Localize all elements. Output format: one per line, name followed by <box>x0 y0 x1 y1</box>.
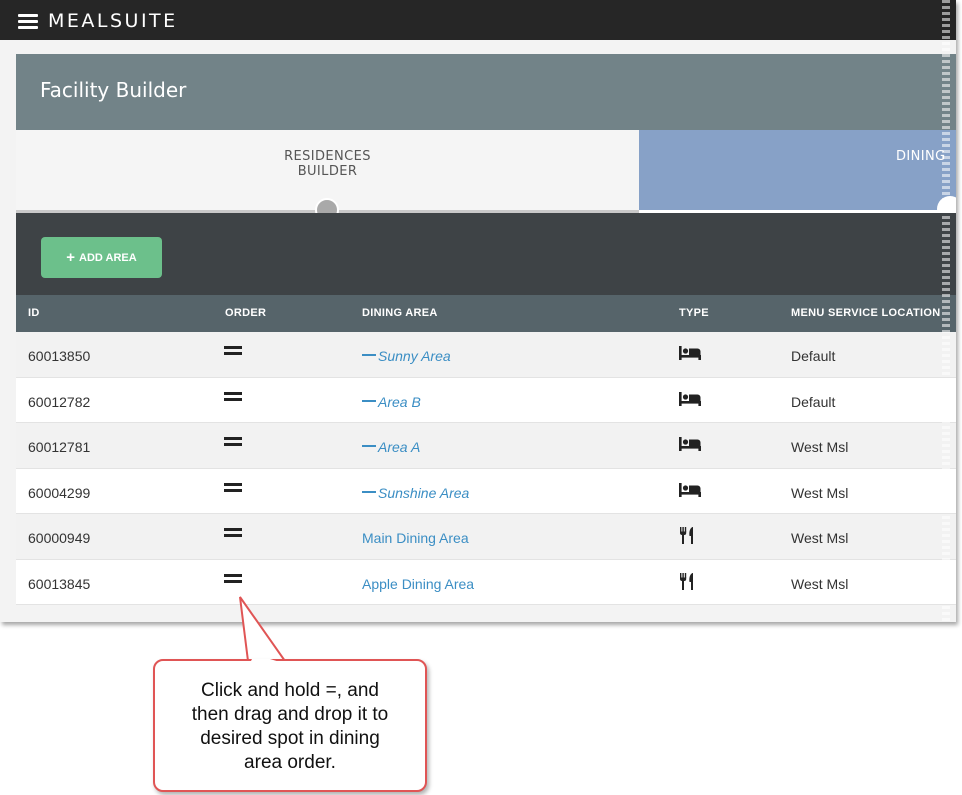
dining-area-name: Sunshine Area <box>378 484 470 501</box>
cell-menu-service-location: West Msl <box>791 575 849 592</box>
cell-id: 60012781 <box>28 439 91 455</box>
drag-handle-icon[interactable] <box>224 528 242 540</box>
cell-menu-service-location: Default <box>791 348 836 364</box>
cell-menu-service-location: West Msl <box>791 530 849 546</box>
cell-menu-service-location: Default <box>791 393 836 410</box>
add-area-label: ADD AREA <box>79 251 137 264</box>
callout-text: Click and hold =, and then drag and drop… <box>191 680 389 773</box>
instruction-callout: Click and hold =, and then drag and drop… <box>153 659 427 792</box>
dining-area-link[interactable]: Sunny Area <box>362 348 451 364</box>
column-header-order[interactable]: ORDER <box>225 307 266 319</box>
dining-area-name: Area B <box>378 393 421 410</box>
table-row[interactable]: 60004299 Sunshine Area West Msl <box>16 468 956 514</box>
sub-area-dash-icon <box>362 445 376 448</box>
step-dining-label: DINING <box>896 149 946 164</box>
column-header-id[interactable]: ID <box>28 307 40 319</box>
drag-handle-icon[interactable] <box>224 573 242 586</box>
app-screenshot: MEALSUITE Facility Builder RESIDENCES BU… <box>0 0 956 622</box>
cell-id: 60000949 <box>28 530 91 546</box>
top-nav-bar: MEALSUITE <box>0 0 956 40</box>
dining-area-table: ID ORDER DINING AREA TYPE MENU SERVICE L… <box>16 295 956 605</box>
page-title: Facility Builder <box>40 78 187 102</box>
hamburger-menu-icon[interactable] <box>18 14 38 30</box>
dining-area-name: Area A <box>378 439 421 455</box>
cell-menu-service-location: West Msl <box>791 484 849 501</box>
column-header-menu-service-location[interactable]: MENU SERVICE LOCATION <box>791 307 941 319</box>
page-header: Facility Builder <box>16 54 956 130</box>
dining-area-name: Sunny Area <box>378 348 451 364</box>
cell-id: 60004299 <box>28 484 91 501</box>
step-residences-label: RESIDENCES BUILDER <box>284 149 371 179</box>
column-header-type[interactable]: TYPE <box>679 307 709 319</box>
table-row[interactable]: 60012781 Area A West Msl <box>16 423 956 469</box>
action-bar: + ADD AREA <box>16 213 956 295</box>
bed-icon <box>679 391 701 410</box>
dining-area-link[interactable]: Apple Dining Area <box>362 576 474 592</box>
column-header-dining-area[interactable]: DINING AREA <box>362 307 438 319</box>
table-row[interactable]: 60013850 Sunny Area Default <box>16 332 956 378</box>
table-row[interactable]: 60013845 Apple Dining Area West Msl <box>16 559 956 605</box>
dining-area-link[interactable]: Area B <box>362 394 421 410</box>
sub-area-dash-icon <box>362 399 376 402</box>
sub-area-dash-icon <box>362 490 376 493</box>
table-row[interactable]: 60000949 Main Dining Area West Msl <box>16 514 956 560</box>
cell-id: 60013845 <box>28 575 91 592</box>
add-area-button[interactable]: + ADD AREA <box>41 237 162 278</box>
dining-area-link[interactable]: Sunshine Area <box>362 485 469 501</box>
brand-logo: MEALSUITE <box>48 10 178 32</box>
torn-edge <box>942 0 950 622</box>
cell-id: 60012782 <box>28 393 91 410</box>
table-row[interactable]: 60012782 Area B Default <box>16 377 956 423</box>
dining-area-name: Apple Dining Area <box>362 575 475 592</box>
drag-handle-icon[interactable] <box>224 391 242 404</box>
drag-handle-icon[interactable] <box>224 482 242 495</box>
wizard-steps: RESIDENCES BUILDER DINING <box>16 130 956 222</box>
utensils-icon <box>679 527 695 547</box>
cell-menu-service-location: West Msl <box>791 439 849 455</box>
plus-icon: + <box>66 249 76 266</box>
utensils-icon <box>679 572 695 593</box>
bed-icon <box>679 345 701 364</box>
sub-area-dash-icon <box>362 354 376 357</box>
cell-id: 60013850 <box>28 348 91 364</box>
bed-icon <box>679 482 701 501</box>
step-dining[interactable]: DINING <box>639 130 956 210</box>
drag-handle-icon[interactable] <box>224 437 242 449</box>
dining-area-name: Main Dining Area <box>362 530 469 546</box>
table-header: ID ORDER DINING AREA TYPE MENU SERVICE L… <box>16 295 956 332</box>
dining-area-link[interactable]: Area A <box>362 439 420 455</box>
drag-handle-icon[interactable] <box>224 346 242 358</box>
dining-area-link[interactable]: Main Dining Area <box>362 530 469 546</box>
bed-icon <box>679 436 701 455</box>
table-body: 60013850 Sunny Area Default 60012782 Area B D… <box>16 332 956 605</box>
